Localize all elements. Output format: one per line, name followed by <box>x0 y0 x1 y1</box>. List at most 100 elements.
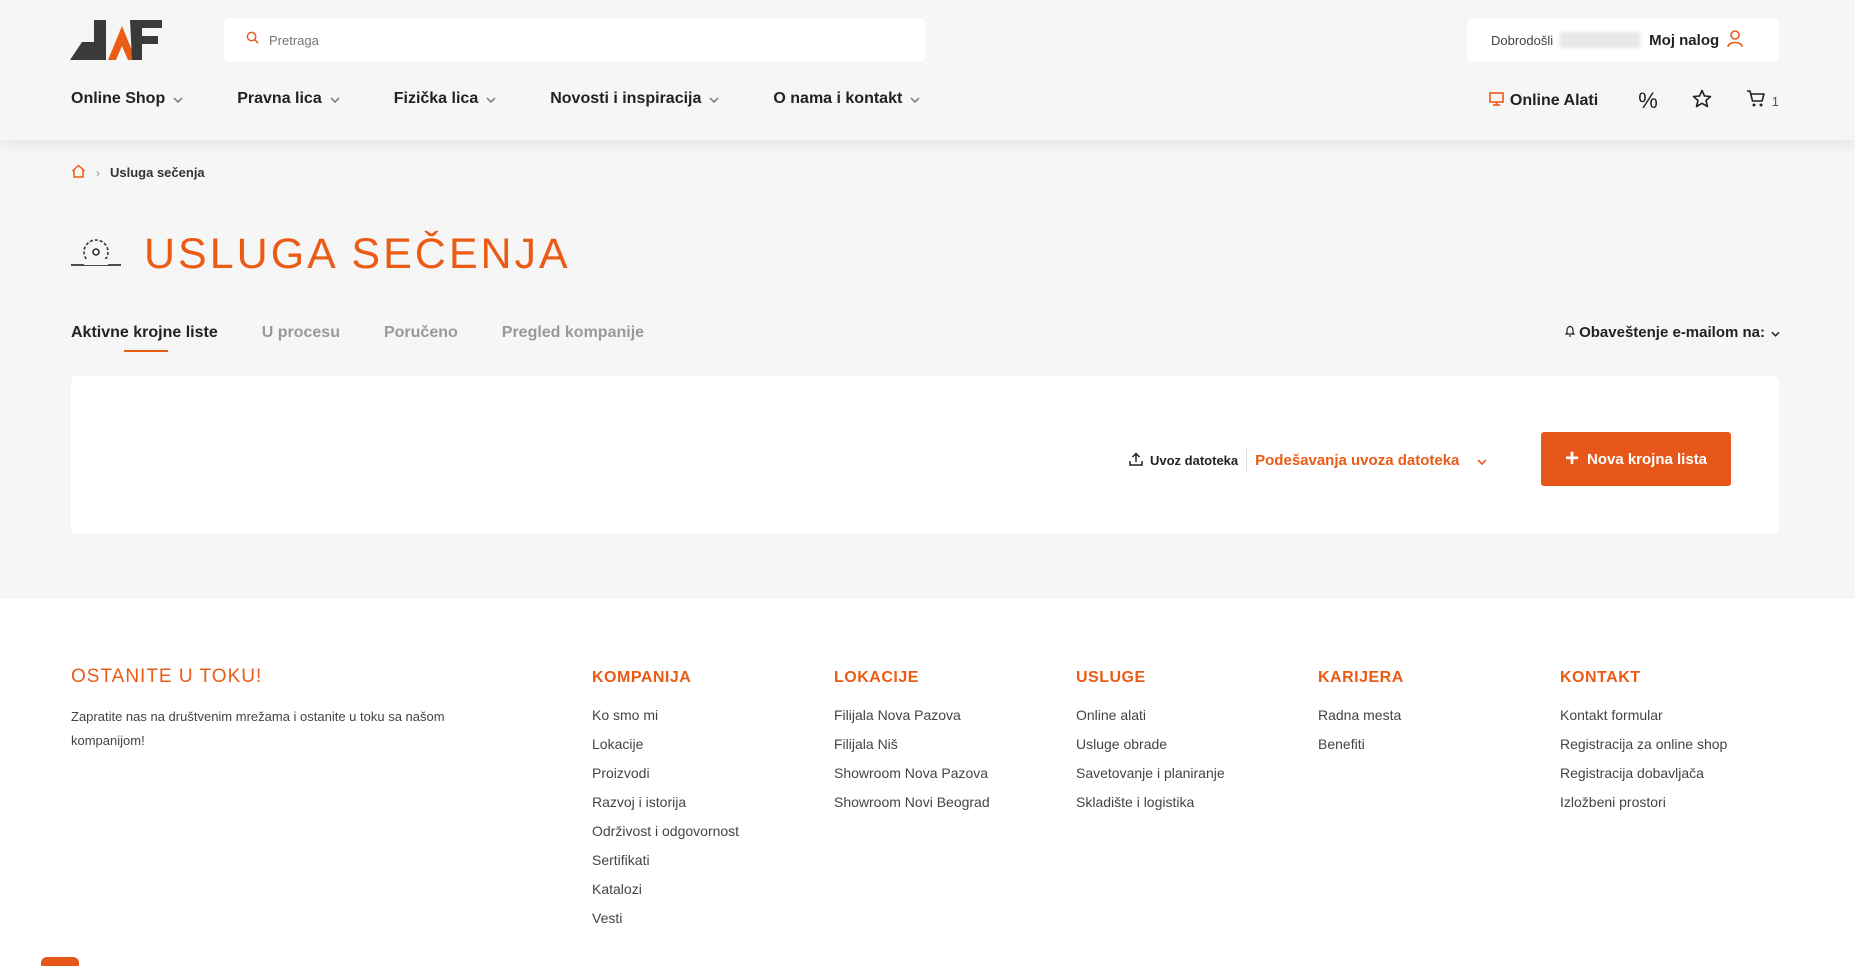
email-notification-label: Obaveštenje e-mailom na: <box>1579 324 1765 341</box>
email-notification-dropdown[interactable]: Obaveštenje e-mailom na: <box>1564 324 1780 341</box>
new-cutting-list-label: Nova krojna lista <box>1586 450 1708 468</box>
footer-link[interactable]: Radna mesta <box>1318 701 1404 730</box>
import-settings-dropdown[interactable]: Podešavanja uvoza datoteka <box>1255 452 1459 469</box>
account-box[interactable]: Dobrodošli Moj nalog <box>1467 18 1779 62</box>
blurred-username <box>1559 32 1642 48</box>
footer-link[interactable]: Showroom Nova Pazova <box>834 759 990 788</box>
footer-link[interactable]: Izložbeni prostori <box>1560 788 1727 817</box>
breadcrumb-separator-icon: › <box>96 165 100 180</box>
footer-link[interactable]: Kontakt formular <box>1560 701 1727 730</box>
footer-column-lokacije: LOKACIJE Filijala Nova Pazova Filijala N… <box>834 669 990 817</box>
favorites-link[interactable] <box>1692 88 1712 114</box>
footer-link[interactable]: Savetovanje i planiranje <box>1076 759 1225 788</box>
plus-icon: + <box>1564 445 1579 472</box>
chevron-down-icon <box>709 90 719 108</box>
cart-icon <box>1746 88 1766 114</box>
online-tools-link[interactable]: Online Alati <box>1489 91 1599 111</box>
footer-link[interactable]: Sertifikati <box>592 846 739 875</box>
search-bar[interactable] <box>224 18 926 62</box>
footer-column-usluge: USLUGE Online alati Usluge obrade Saveto… <box>1076 669 1225 817</box>
welcome-text: Dobrodošli <box>1491 32 1554 48</box>
nav-label: Novosti i inspiracija <box>550 90 702 107</box>
nav-label: O nama i kontakt <box>773 90 903 107</box>
chevron-down-icon <box>173 90 183 108</box>
circular-saw-icon <box>70 235 122 274</box>
site-header: Dobrodošli Moj nalog Online Shop Pravna … <box>0 0 1855 140</box>
home-icon[interactable] <box>71 164 86 181</box>
cutting-list-card: Uvoz datoteka Podešavanja uvoza datoteka… <box>71 376 1779 534</box>
footer-column-title: LOKACIJE <box>834 669 919 686</box>
tab-pregled-kompanije[interactable]: Pregled kompanije <box>502 324 644 352</box>
site-footer: OSTANITE U TOKU! Zapratite nas na društv… <box>0 599 1855 966</box>
online-tools-label: Online Alati <box>1509 92 1599 109</box>
star-icon <box>1692 88 1712 114</box>
footer-column-kontakt: KONTAKT Kontakt formular Registracija za… <box>1560 669 1727 817</box>
footer-column-title: KOMPANIJA <box>592 669 692 686</box>
nav-fizicka-lica[interactable]: Fizička lica <box>394 90 497 108</box>
breadcrumb: › Usluga sečenja <box>71 164 205 181</box>
footer-link[interactable]: Registracija za online shop <box>1560 730 1727 759</box>
chevron-down-icon <box>486 90 496 108</box>
chevron-down-icon <box>910 90 920 108</box>
footer-link[interactable]: Registracija dobavljača <box>1560 759 1727 788</box>
nav-online-shop[interactable]: Online Shop <box>71 90 183 108</box>
search-icon <box>246 31 259 49</box>
import-file-link[interactable]: Uvoz datoteka <box>1150 453 1238 468</box>
divider <box>1246 449 1248 471</box>
nav-label: Fizička lica <box>393 90 479 107</box>
footer-column-title: USLUGE <box>1076 669 1146 686</box>
footer-link[interactable]: Katalozi <box>592 875 739 904</box>
main-nav: Online Shop Pravna lica Fizička lica Nov… <box>71 90 920 108</box>
footer-link[interactable]: Benefiti <box>1318 730 1404 759</box>
footer-column-title: KARIJERA <box>1318 669 1404 686</box>
jaf-logo[interactable] <box>70 20 162 60</box>
search-input[interactable] <box>269 32 869 48</box>
footer-column-kompanija: KOMPANIJA Ko smo mi Lokacije Proizvodi R… <box>592 669 739 933</box>
nav-pravna-lica[interactable]: Pravna lica <box>237 90 340 108</box>
footer-link[interactable]: Filijala Niš <box>834 730 990 759</box>
cart-link[interactable]: 1 <box>1746 88 1779 114</box>
tab-poruceno[interactable]: Poručeno <box>384 324 458 352</box>
chevron-down-icon <box>330 90 340 108</box>
footer-link[interactable]: Ko smo mi <box>592 701 739 730</box>
user-icon[interactable] <box>1727 29 1743 51</box>
footer-link[interactable]: Proizvodi <box>592 759 739 788</box>
page-title-row: USLUGA SEČENJA <box>70 230 571 279</box>
bell-icon <box>1564 324 1576 341</box>
tab-aktivne-krojne-liste[interactable]: Aktivne krojne liste <box>71 324 218 352</box>
footer-stay-title: OSTANITE U TOKU! <box>71 666 263 687</box>
tab-u-procesu[interactable]: U procesu <box>262 324 340 352</box>
page-title: USLUGA SEČENJA <box>144 230 571 278</box>
nav-o-nama[interactable]: O nama i kontakt <box>773 90 920 108</box>
upload-icon[interactable] <box>1129 451 1143 469</box>
footer-link[interactable]: Usluge obrade <box>1076 730 1225 759</box>
cart-count: 1 <box>1771 93 1779 109</box>
nav-novosti[interactable]: Novosti i inspiracija <box>550 90 719 108</box>
nav-label: Online Shop <box>71 90 166 107</box>
header-tools: Online Alati % 1 <box>1489 88 1779 114</box>
footer-link[interactable]: Lokacije <box>592 730 739 759</box>
footer-link[interactable]: Showroom Novi Beograd <box>834 788 990 817</box>
import-controls: Uvoz datoteka Podešavanja uvoza datoteka <box>1129 449 1487 471</box>
footer-link[interactable]: Skladište i logistika <box>1076 788 1225 817</box>
tab-bar: Aktivne krojne liste U procesu Poručeno … <box>71 324 688 352</box>
nav-label: Pravna lica <box>237 90 322 107</box>
footer-link[interactable]: Razvoj i istorija <box>592 788 739 817</box>
footer-link[interactable]: Filijala Nova Pazova <box>834 701 990 730</box>
footer-column-karijera: KARIJERA Radna mesta Benefiti <box>1318 669 1404 759</box>
new-cutting-list-button[interactable]: + Nova krojna lista <box>1541 432 1731 486</box>
breadcrumb-current: Usluga sečenja <box>110 165 205 180</box>
footer-link[interactable]: Vesti <box>592 904 739 933</box>
footer-stay-text: Zapratite nas na društvenim mrežama i os… <box>71 709 445 748</box>
chevron-down-icon <box>1771 324 1780 341</box>
percent-icon: % <box>1638 88 1658 113</box>
footer-link[interactable]: Online alati <box>1076 701 1225 730</box>
chevron-down-icon[interactable] <box>1477 453 1487 468</box>
my-account-link[interactable]: Moj nalog <box>1649 32 1719 49</box>
chat-widget-button[interactable] <box>41 957 79 966</box>
page: Dobrodošli Moj nalog Online Shop Pravna … <box>0 0 1855 966</box>
monitor-icon <box>1489 91 1504 111</box>
footer-link[interactable]: Održivost i odgovornost <box>592 817 739 846</box>
footer-column-title: KONTAKT <box>1560 669 1641 686</box>
discount-link[interactable]: % <box>1638 88 1658 114</box>
